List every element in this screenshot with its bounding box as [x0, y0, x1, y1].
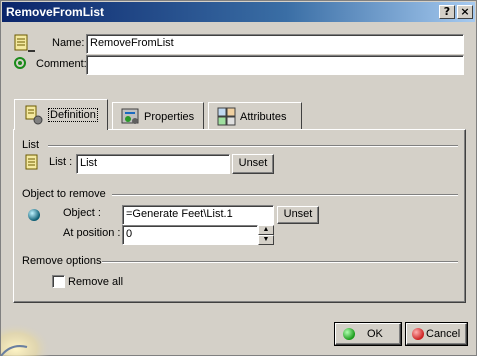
name-label: Name: [52, 37, 85, 49]
position-input[interactable]: 0 [122, 225, 258, 245]
options-group-divider [102, 261, 458, 263]
object-input[interactable]: =Generate Feet\List.1 [122, 205, 274, 225]
properties-icon [121, 108, 139, 124]
tab-properties[interactable]: Properties [112, 102, 204, 130]
tab-definition[interactable]: Definition [14, 99, 108, 130]
position-label: At position : [63, 227, 121, 239]
knowledge-object-icon [14, 34, 35, 52]
comment-input[interactable] [86, 55, 464, 75]
list-label: List : [49, 156, 73, 168]
close-button[interactable]: × [457, 5, 473, 19]
definition-panel: List List : List Unset Object to remove … [13, 129, 466, 303]
corner-logo-icon [1, 319, 51, 356]
cancel-label: Cancel [426, 328, 461, 340]
tab-definition-label: Definition [48, 108, 98, 122]
tab-properties-label: Properties [144, 111, 195, 123]
ok-icon [343, 328, 355, 340]
window-title: RemoveFromList [6, 5, 105, 19]
object-group-divider [112, 194, 458, 196]
spin-down-icon[interactable]: ▼ [258, 235, 274, 245]
title-bar[interactable]: RemoveFromList ? × [2, 2, 475, 22]
options-group-label: Remove options [22, 255, 102, 267]
remove-all-checkbox[interactable] [52, 275, 65, 288]
tab-attributes-label: Attributes [240, 111, 287, 123]
cancel-button[interactable]: Cancel [406, 323, 467, 345]
object-group-label: Object to remove [22, 188, 106, 200]
spin-up-icon[interactable]: ▲ [258, 225, 274, 235]
list-input[interactable]: List [76, 154, 230, 174]
comment-icon [14, 57, 26, 69]
list-unset-button[interactable]: Unset [232, 154, 274, 174]
object-unset-button[interactable]: Unset [277, 206, 319, 224]
name-input[interactable]: RemoveFromList [86, 34, 464, 54]
object-label: Object : [63, 207, 101, 219]
sphere-icon [28, 209, 40, 221]
ok-label: OK [367, 328, 383, 340]
list-group-label: List [22, 139, 40, 151]
list-icon [25, 154, 38, 170]
help-button[interactable]: ? [439, 5, 455, 19]
list-group-divider [48, 145, 458, 147]
comment-label: Comment: [36, 58, 87, 70]
attributes-icon [217, 107, 236, 126]
dialog-window: RemoveFromList ? × Name: RemoveFromList … [0, 0, 477, 356]
ok-button[interactable]: OK [335, 323, 401, 345]
remove-all-label: Remove all [68, 276, 124, 288]
position-spinner[interactable]: ▲ ▼ [258, 225, 274, 245]
tab-attributes[interactable]: Attributes [208, 102, 302, 130]
cancel-icon [412, 328, 424, 340]
definition-icon [25, 105, 43, 125]
